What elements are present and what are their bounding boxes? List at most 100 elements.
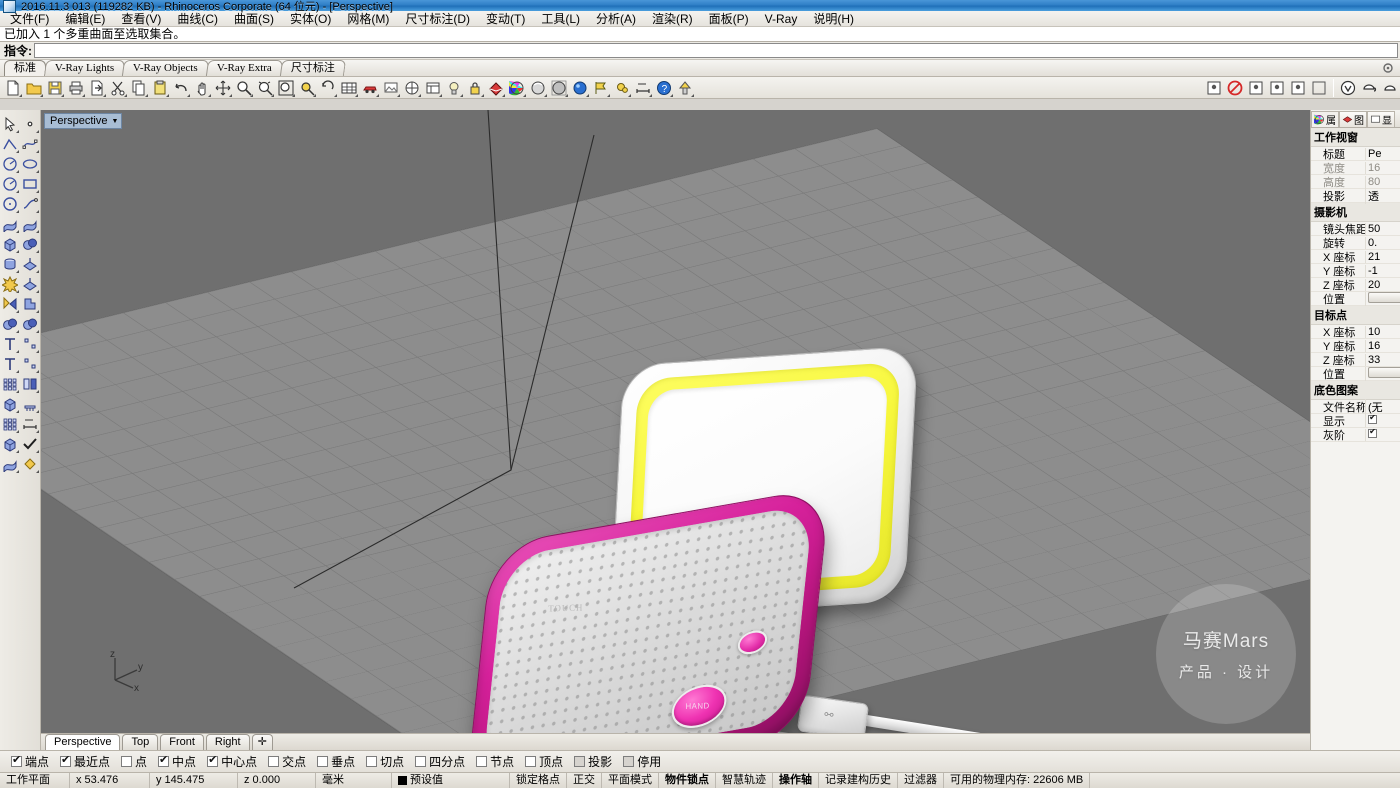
menu-tools[interactable]: 工具(L)	[533, 11, 588, 27]
toolbar-tab-2[interactable]: V-Ray Objects	[122, 60, 209, 76]
osnap-投影[interactable]: 投影	[569, 753, 617, 770]
menu-analyze[interactable]: 分析(A)	[588, 11, 644, 27]
zoom-previous-button[interactable]	[318, 78, 338, 98]
osnap-交点[interactable]: 交点	[263, 753, 311, 770]
pan-hand-button[interactable]	[192, 78, 212, 98]
dimension-linear-button[interactable]	[20, 414, 40, 434]
boolean-two-button[interactable]	[20, 314, 40, 334]
grid-points-button[interactable]	[0, 414, 20, 434]
view-panda-button[interactable]	[1288, 78, 1308, 98]
cube-transform-button[interactable]	[0, 394, 20, 414]
cylinder-tool-button[interactable]	[0, 434, 20, 454]
properties-tab-1[interactable]: 图	[1339, 111, 1367, 127]
properties-row-value[interactable]: 透	[1365, 188, 1400, 204]
open-folder-button[interactable]	[24, 78, 44, 98]
shade-sphere-button[interactable]	[528, 78, 548, 98]
properties-row-value[interactable]	[1365, 415, 1400, 427]
boolean-difference-button[interactable]	[20, 294, 40, 314]
print-button[interactable]	[66, 78, 86, 98]
array-button[interactable]	[0, 374, 20, 394]
car-render-button[interactable]	[360, 78, 380, 98]
select-arrow-button[interactable]	[0, 114, 20, 134]
properties-row-value[interactable]	[1365, 292, 1400, 306]
viewport-tab-Top[interactable]: Top	[122, 734, 158, 750]
command-input[interactable]	[34, 43, 1398, 58]
status-cell-7[interactable]: 正交	[567, 773, 602, 788]
osnap-顶点[interactable]: 顶点	[520, 753, 568, 770]
menu-dimension[interactable]: 尺寸标注(D)	[397, 11, 478, 27]
sweep-surface-button[interactable]	[20, 214, 40, 234]
status-cell-13[interactable]: 过滤器	[898, 773, 944, 788]
properties-row-value[interactable]: 80	[1365, 176, 1400, 188]
osnap-最近点[interactable]: 最近点	[55, 753, 115, 770]
lighting-button[interactable]	[20, 394, 40, 414]
vray-teapot-button[interactable]	[1359, 78, 1379, 98]
chevron-down-icon[interactable]: ▼	[111, 118, 118, 125]
viewport-tab-Right[interactable]: Right	[206, 734, 250, 750]
osnap-切点[interactable]: 切点	[361, 753, 409, 770]
light-bulb-button[interactable]	[444, 78, 464, 98]
new-file-button[interactable]	[3, 78, 23, 98]
grid-table-button[interactable]	[339, 78, 359, 98]
osnap-checkbox[interactable]	[60, 756, 71, 767]
mirror-button[interactable]	[20, 374, 40, 394]
properties-row-value[interactable]: -1	[1365, 265, 1400, 277]
properties-row-value[interactable]: 0.	[1365, 237, 1400, 249]
properties-row-value[interactable]	[1365, 429, 1400, 441]
copy-button[interactable]	[129, 78, 149, 98]
point-cloud-button[interactable]	[20, 354, 40, 374]
circle-button[interactable]	[0, 194, 20, 214]
properties-row-value[interactable]	[1365, 367, 1400, 381]
osnap-checkbox[interactable]	[366, 756, 377, 767]
box-button[interactable]	[0, 234, 20, 254]
save-button[interactable]	[45, 78, 65, 98]
blue-sphere-button[interactable]	[570, 78, 590, 98]
osnap-checkbox[interactable]	[525, 756, 536, 767]
status-cell-9[interactable]: 物件锁点	[659, 773, 716, 788]
menu-help[interactable]: 说明(H)	[805, 11, 862, 27]
render-sphere-button[interactable]	[549, 78, 569, 98]
osnap-checkbox[interactable]	[476, 756, 487, 767]
move-arrows-button[interactable]	[213, 78, 233, 98]
osnap-中心点[interactable]: 中心点	[202, 753, 262, 770]
viewport-container[interactable]: ⚯ ⚯ TOUCH HAND	[41, 110, 1310, 750]
menu-transform[interactable]: 变动(T)	[478, 11, 533, 27]
vray-object-button[interactable]	[1380, 78, 1400, 98]
osnap-停用[interactable]: 停用	[618, 753, 666, 770]
menu-render[interactable]: 渲染(R)	[644, 11, 701, 27]
arc-button[interactable]	[0, 154, 20, 174]
paint-bucket-button[interactable]	[20, 454, 40, 474]
sphere-boolean-button[interactable]	[20, 234, 40, 254]
color-wheel-button[interactable]	[507, 78, 527, 98]
layout-button[interactable]	[423, 78, 443, 98]
osnap-checkbox[interactable]	[158, 756, 169, 767]
zoom-window-button[interactable]	[276, 78, 296, 98]
status-cell-10[interactable]: 智慧轨迹	[716, 773, 773, 788]
properties-checkbox[interactable]	[1368, 429, 1377, 438]
toolbar-tab-3[interactable]: V-Ray Extra	[206, 60, 283, 76]
material-button[interactable]	[486, 78, 506, 98]
no-view-button[interactable]	[1225, 78, 1245, 98]
properties-pick-button[interactable]	[1368, 367, 1400, 378]
zoom-magnifier-button[interactable]	[234, 78, 254, 98]
offset-solid-button[interactable]	[20, 274, 40, 294]
osnap-checkbox[interactable]	[121, 756, 132, 767]
export-button[interactable]	[87, 78, 107, 98]
perspective-viewport[interactable]: ⚯ ⚯ TOUCH HAND	[41, 110, 1310, 750]
properties-row-value[interactable]: 10	[1365, 326, 1400, 338]
boolean-union-button[interactable]	[0, 294, 20, 314]
rectangle-button[interactable]	[20, 174, 40, 194]
properties-tab-0[interactable]: 属	[1311, 111, 1339, 127]
zoom-dynamic-button[interactable]	[255, 78, 275, 98]
paste-clipboard-button[interactable]	[150, 78, 170, 98]
status-cell-8[interactable]: 平面模式	[602, 773, 659, 788]
viewport-tab-Front[interactable]: Front	[160, 734, 204, 750]
osnap-点[interactable]: 点	[116, 753, 152, 770]
properties-row-value[interactable]: Pe	[1365, 148, 1400, 160]
toolbar-tab-4[interactable]: 尺寸标注	[280, 60, 346, 76]
named-view-button[interactable]	[1204, 78, 1224, 98]
surface-edit-button[interactable]	[0, 214, 20, 234]
point-object-button[interactable]	[20, 114, 40, 134]
viewport-tab-✛[interactable]: ✛	[252, 734, 273, 750]
curve-control-points-button[interactable]	[20, 134, 40, 154]
